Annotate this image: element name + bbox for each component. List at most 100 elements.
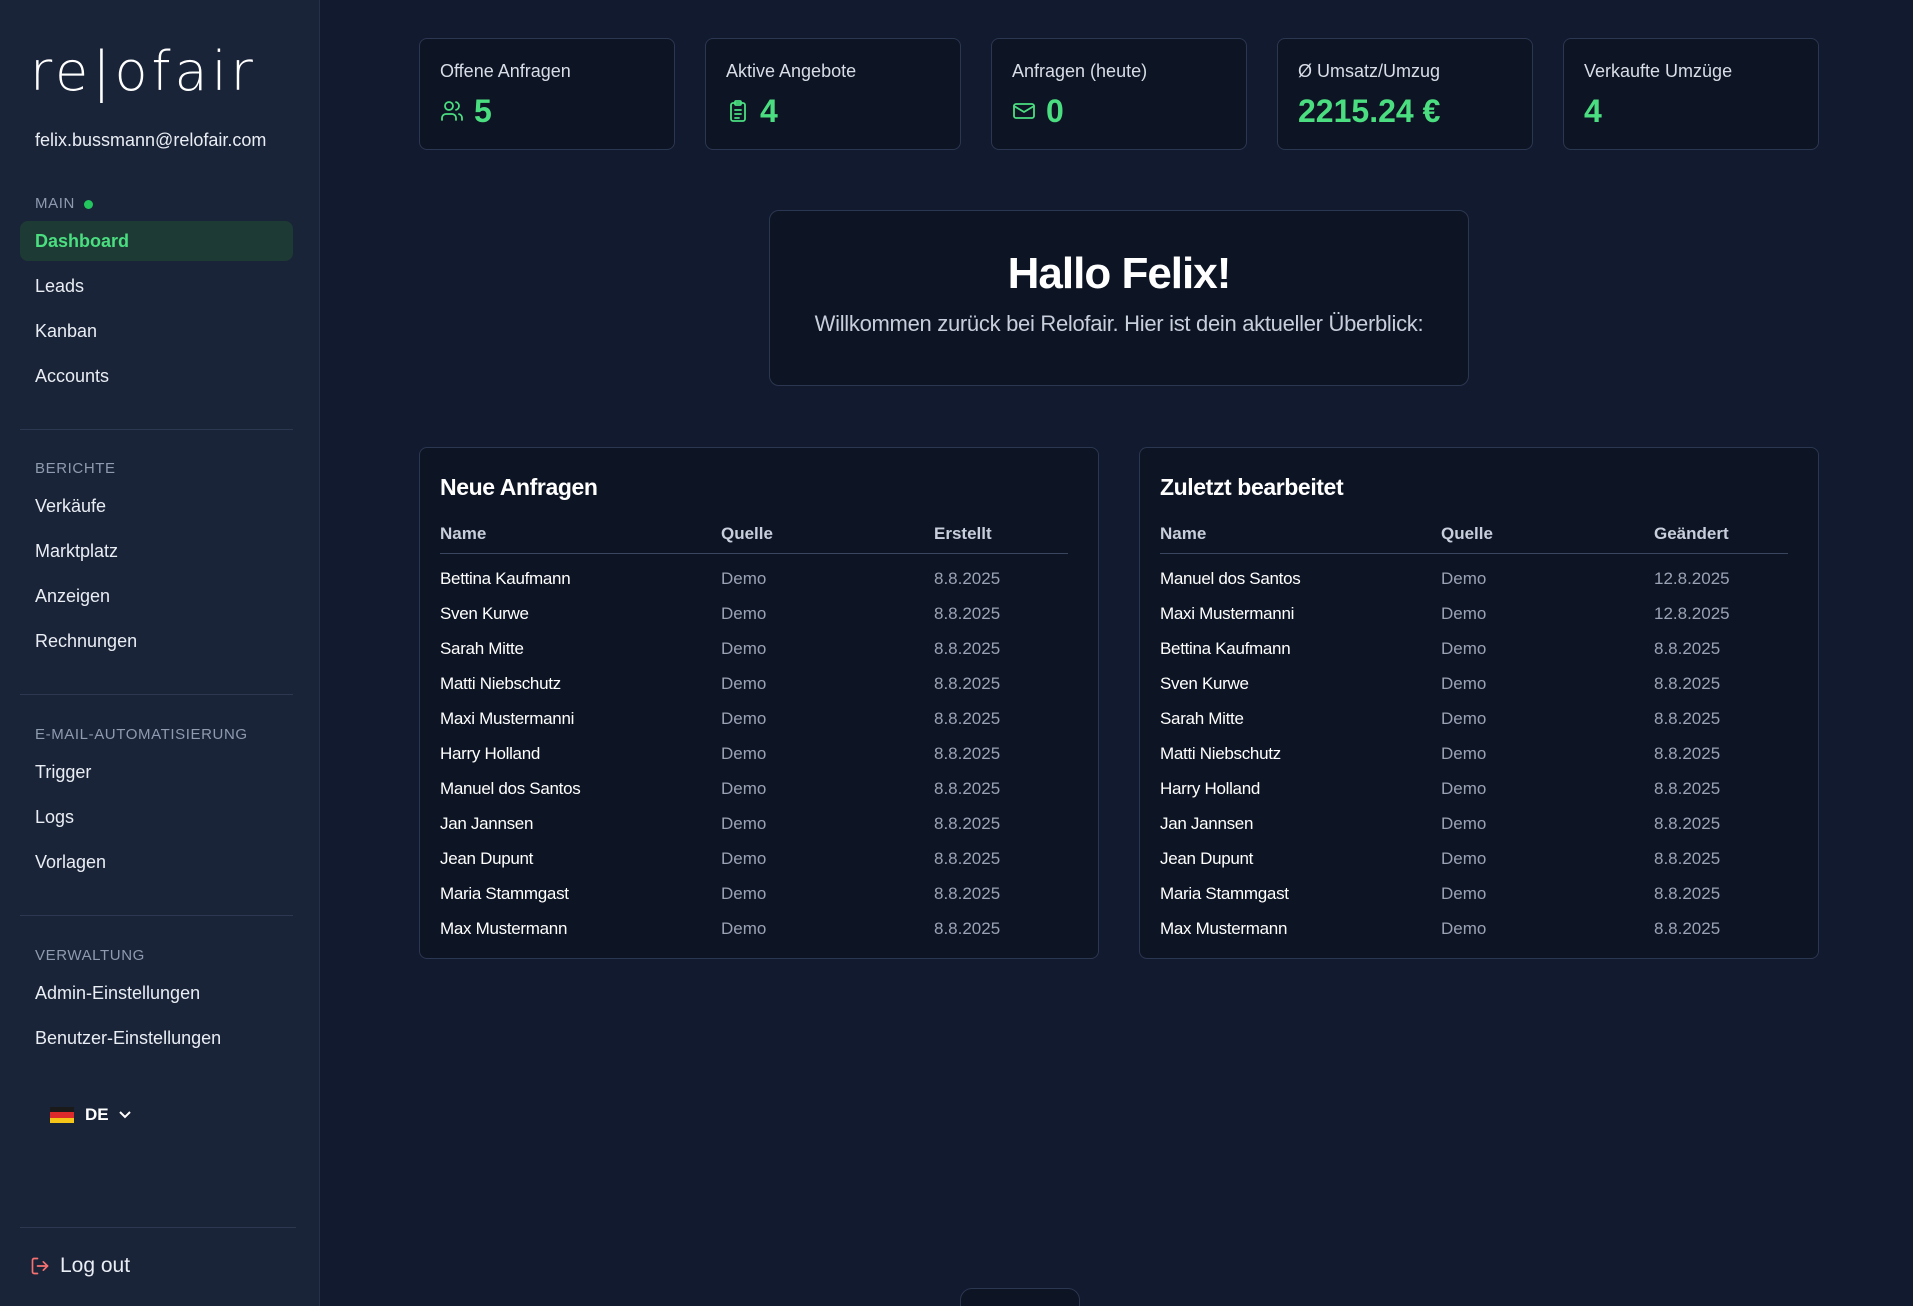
sidebar-item-dashboard[interactable]: Dashboard <box>20 221 293 261</box>
table-row[interactable]: Matti Niebschutz Demo 8.8.2025 <box>1160 736 1788 771</box>
cell-source: Demo <box>721 638 767 658</box>
new-requests-card: Neue Anfragen Name Quelle Erstellt Betti… <box>419 447 1099 959</box>
table-row[interactable]: Sarah Mitte Demo 8.8.2025 <box>1160 701 1788 736</box>
sidebar-divider <box>20 915 293 916</box>
sidebar-item-anzeigen[interactable]: Anzeigen <box>20 576 293 616</box>
table-row[interactable]: Jan Jannsen Demo 8.8.2025 <box>1160 806 1788 841</box>
app-logo[interactable]: re|ofair <box>30 40 257 104</box>
column-header-name: Name <box>440 516 721 554</box>
table-row[interactable]: Sarah Mitte Demo 8.8.2025 <box>440 631 1068 666</box>
table-row[interactable]: Maria Stammgast Demo 8.8.2025 <box>1160 876 1788 911</box>
cell-name: Manuel dos Santos <box>440 778 581 798</box>
sidebar-item-user-settings[interactable]: Benutzer-Einstellungen <box>20 1018 293 1058</box>
cell-source: Demo <box>1441 848 1487 868</box>
cell-name: Jean Dupunt <box>1160 848 1254 868</box>
table-row[interactable]: Matti Niebschutz Demo 8.8.2025 <box>440 666 1068 701</box>
recently-edited-card: Zuletzt bearbeitet Name Quelle Geändert … <box>1139 447 1819 959</box>
logout-icon <box>30 1256 50 1276</box>
language-label: DE <box>85 1105 109 1124</box>
cell-source: Demo <box>1441 568 1487 588</box>
cell-source: Demo <box>721 883 767 903</box>
cell-date: 8.8.2025 <box>934 603 1001 623</box>
stat-card-requests-today: Anfragen (heute) 0 <box>991 38 1247 150</box>
table-row[interactable]: Max Mustermann Demo 8.8.2025 <box>440 911 1068 946</box>
stat-title: Aktive Angebote <box>726 61 857 81</box>
language-selector[interactable]: DE <box>50 1100 131 1130</box>
sidebar-item-admin-settings[interactable]: Admin-Einstellungen <box>20 973 293 1013</box>
table-row[interactable]: Harry Holland Demo 8.8.2025 <box>1160 771 1788 806</box>
cell-date: 8.8.2025 <box>934 883 1001 903</box>
logout-button[interactable]: Log out <box>30 1254 130 1278</box>
stat-card-open-requests: Offene Anfragen 5 <box>419 38 675 150</box>
cell-source: Demo <box>1441 708 1487 728</box>
cell-date: 12.8.2025 <box>1654 568 1730 588</box>
cell-name: Bettina Kaufmann <box>1160 638 1291 658</box>
cell-date: 8.8.2025 <box>1654 708 1721 728</box>
stat-value: 5 <box>474 93 492 129</box>
clipboard-icon <box>726 99 750 123</box>
sidebar-divider <box>20 1227 296 1228</box>
cell-name: Jan Jannsen <box>1160 813 1254 833</box>
cell-name: Jan Jannsen <box>440 813 534 833</box>
table-row[interactable]: Sven Kurwe Demo 8.8.2025 <box>440 596 1068 631</box>
table-row[interactable]: Jean Dupunt Demo 8.8.2025 <box>440 841 1068 876</box>
cell-source: Demo <box>721 743 767 763</box>
recently-edited-table: Name Quelle Geändert Manuel dos Santos De… <box>1160 516 1788 946</box>
stat-value: 0 <box>1046 93 1064 129</box>
sidebar-item-accounts[interactable]: Accounts <box>20 356 293 396</box>
cell-name: Matti Niebschutz <box>440 673 561 693</box>
sidebar-item-vorlagen[interactable]: Vorlagen <box>20 842 293 882</box>
table-row[interactable]: Jan Jannsen Demo 8.8.2025 <box>440 806 1068 841</box>
column-header-name: Name <box>1160 516 1441 554</box>
user-email: felix.bussmann@relofair.com <box>35 130 267 150</box>
sidebar-item-trigger[interactable]: Trigger <box>20 752 293 792</box>
cell-source: Demo <box>1441 883 1487 903</box>
recently-edited-title: Zuletzt bearbeitet <box>1160 474 1344 500</box>
table-row[interactable]: Harry Holland Demo 8.8.2025 <box>440 736 1068 771</box>
cell-source: Demo <box>1441 778 1487 798</box>
new-requests-title: Neue Anfragen <box>440 474 598 500</box>
sidebar-item-leads[interactable]: Leads <box>20 266 293 306</box>
cell-source: Demo <box>1441 813 1487 833</box>
table-row[interactable]: Jean Dupunt Demo 8.8.2025 <box>1160 841 1788 876</box>
cell-date: 8.8.2025 <box>934 638 1001 658</box>
sidebar-item-rechnungen[interactable]: Rechnungen <box>20 621 293 661</box>
cell-date: 8.8.2025 <box>934 743 1001 763</box>
cell-date: 8.8.2025 <box>1654 848 1721 868</box>
sidebar-item-verkaeufe[interactable]: Verkäufe <box>20 486 293 526</box>
cell-name: Sarah Mitte <box>1160 708 1244 728</box>
bottom-drawer-handle[interactable] <box>960 1288 1080 1306</box>
logout-label: Log out <box>60 1254 131 1277</box>
cell-source: Demo <box>721 778 767 798</box>
cell-name: Harry Holland <box>1160 778 1261 798</box>
users-icon <box>440 99 464 123</box>
cell-source: Demo <box>721 568 767 588</box>
table-row[interactable]: Maxi Mustermanni Demo 8.8.2025 <box>440 701 1068 736</box>
cell-source: Demo <box>721 673 767 693</box>
table-row[interactable]: Maria Stammgast Demo 8.8.2025 <box>440 876 1068 911</box>
sidebar-item-logs[interactable]: Logs <box>20 797 293 837</box>
table-row[interactable]: Maxi Mustermanni Demo 12.8.2025 <box>1160 596 1788 631</box>
sidebar-item-marktplatz[interactable]: Marktplatz <box>20 531 293 571</box>
welcome-card: Hallo Felix! Willkommen zurück bei Relof… <box>769 210 1469 386</box>
table-row[interactable]: Max Mustermann Demo 8.8.2025 <box>1160 911 1788 946</box>
table-row[interactable]: Manuel dos Santos Demo 8.8.2025 <box>440 771 1068 806</box>
table-row[interactable]: Bettina Kaufmann Demo 8.8.2025 <box>1160 631 1788 666</box>
cell-name: Jean Dupunt <box>440 848 534 868</box>
table-row[interactable]: Sven Kurwe Demo 8.8.2025 <box>1160 666 1788 701</box>
cell-source: Demo <box>721 603 767 623</box>
table-row[interactable]: Bettina Kaufmann Demo 8.8.2025 <box>440 553 1068 596</box>
sidebar-item-kanban[interactable]: Kanban <box>20 311 293 351</box>
cell-source: Demo <box>721 918 767 938</box>
cell-date: 8.8.2025 <box>934 813 1001 833</box>
cell-source: Demo <box>1441 603 1487 623</box>
cell-date: 8.8.2025 <box>1654 778 1721 798</box>
cell-name: Maria Stammgast <box>1160 883 1289 903</box>
stat-card-active-offers: Aktive Angebote 4 <box>705 38 961 150</box>
mail-icon <box>1012 99 1036 123</box>
table-row[interactable]: Manuel dos Santos Demo 12.8.2025 <box>1160 553 1788 596</box>
cell-date: 8.8.2025 <box>934 673 1001 693</box>
column-header-source: Quelle <box>721 516 934 554</box>
welcome-subtitle: Willkommen zurück bei Relofair. Hier ist… <box>814 311 1424 336</box>
cell-name: Matti Niebschutz <box>1160 743 1281 763</box>
